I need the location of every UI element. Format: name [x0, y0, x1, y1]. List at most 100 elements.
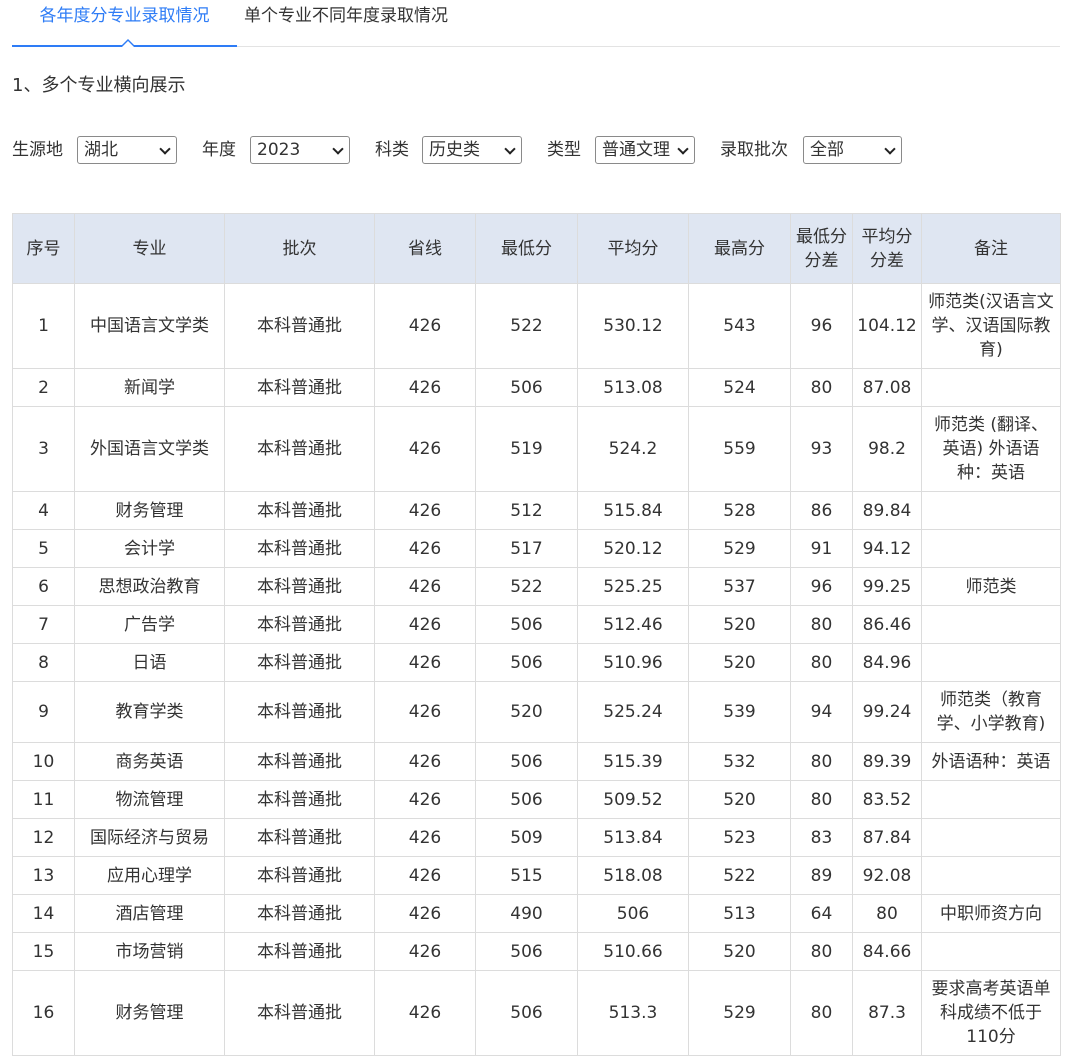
cell-min-diff: 93	[790, 406, 853, 492]
cell-avg-diff: 87.08	[852, 368, 922, 407]
table-row: 16 财务管理 本科普通批 426 506 513.3 529 80 87.3 要求高考英语单科成…	[12, 970, 1061, 1056]
cell-province-line: 426	[374, 491, 476, 530]
cell-avg-diff: 86.46	[852, 605, 922, 644]
table-row: 15 市场营销 本科普通批 426 506 510.66 520 80 84.66	[12, 932, 1061, 971]
cell-min-score: 506	[475, 970, 578, 1056]
tab-single-major-by-year[interactable]: 单个专业不同年度录取情况	[244, 0, 448, 46]
cell-index: 16	[12, 970, 75, 1056]
cell-index: 13	[12, 856, 75, 895]
cell-min-score: 509	[475, 818, 578, 857]
cell-min-score: 517	[475, 529, 578, 568]
table-row: 10 商务英语 本科普通批 426 506 515.39 532 80 89.39 外语语种：英语	[12, 742, 1061, 781]
cell-max-score: 529	[688, 970, 791, 1056]
header-batch: 批次	[224, 213, 375, 284]
subject-select-value: 历史类	[429, 140, 480, 160]
cell-note: 要求高考英语单科成绩不低于110分	[921, 970, 1061, 1056]
cell-batch: 本科普通批	[224, 970, 375, 1056]
type-select[interactable]: 普通文理	[595, 136, 695, 164]
cell-province-line: 426	[374, 970, 476, 1056]
cell-min-diff: 64	[790, 894, 853, 933]
cell-avg-diff: 83.52	[852, 780, 922, 819]
header-note: 备注	[921, 213, 1061, 284]
cell-province-line: 426	[374, 368, 476, 407]
cell-max-score: 528	[688, 491, 791, 530]
cell-note	[921, 368, 1061, 407]
table-row: 7 广告学 本科普通批 426 506 512.46 520 80 86.46	[12, 605, 1061, 644]
table-row: 2 新闻学 本科普通批 426 506 513.08 524 80 87.08	[12, 368, 1061, 407]
batch-select-value: 全部	[810, 140, 844, 160]
cell-index: 1	[12, 283, 75, 369]
header-min-diff-line2: 分差	[804, 250, 839, 271]
cell-min-diff: 89	[790, 856, 853, 895]
cell-batch: 本科普通批	[224, 283, 375, 369]
cell-avg-score: 530.12	[577, 283, 689, 369]
cell-batch: 本科普通批	[224, 643, 375, 682]
table-row: 5 会计学 本科普通批 426 517 520.12 529 91 94.12	[12, 529, 1061, 568]
cell-avg-score: 513.3	[577, 970, 689, 1056]
header-min-score: 最低分	[475, 213, 578, 284]
cell-min-score: 506	[475, 368, 578, 407]
cell-avg-diff: 87.84	[852, 818, 922, 857]
cell-note	[921, 529, 1061, 568]
cell-province-line: 426	[374, 283, 476, 369]
cell-province-line: 426	[374, 681, 476, 743]
cell-major: 酒店管理	[74, 894, 225, 933]
cell-index: 11	[12, 780, 75, 819]
cell-note: 师范类	[921, 567, 1061, 606]
cell-min-score: 490	[475, 894, 578, 933]
table-row: 12 国际经济与贸易 本科普通批 426 509 513.84 523 83 87.84	[12, 818, 1061, 857]
cell-major: 外国语言文学类	[74, 406, 225, 492]
cell-batch: 本科普通批	[224, 742, 375, 781]
cell-avg-diff: 94.12	[852, 529, 922, 568]
cell-avg-score: 525.24	[577, 681, 689, 743]
cell-batch: 本科普通批	[224, 529, 375, 568]
filter-bar: 生源地 湖北 年度 2023 科类 历史类 类型 普通文理 录取批次 全部	[12, 136, 1060, 164]
tab-single-major-by-year-label: 单个专业不同年度录取情况	[244, 6, 448, 26]
cell-province-line: 426	[374, 894, 476, 933]
chevron-down-icon	[677, 143, 689, 155]
cell-min-score: 512	[475, 491, 578, 530]
cell-avg-score: 518.08	[577, 856, 689, 895]
cell-avg-score: 509.52	[577, 780, 689, 819]
cell-min-diff: 80	[790, 643, 853, 682]
table-row: 11 物流管理 本科普通批 426 506 509.52 520 80 83.52	[12, 780, 1061, 819]
cell-major: 财务管理	[74, 970, 225, 1056]
cell-min-score: 519	[475, 406, 578, 492]
cell-batch: 本科普通批	[224, 818, 375, 857]
cell-province-line: 426	[374, 856, 476, 895]
cell-batch: 本科普通批	[224, 780, 375, 819]
cell-avg-diff: 98.2	[852, 406, 922, 492]
cell-min-diff: 80	[790, 932, 853, 971]
cell-avg-score: 510.96	[577, 643, 689, 682]
cell-note	[921, 780, 1061, 819]
cell-min-score: 506	[475, 643, 578, 682]
table-row: 8 日语 本科普通批 426 506 510.96 520 80 84.96	[12, 643, 1061, 682]
cell-batch: 本科普通批	[224, 605, 375, 644]
source-select[interactable]: 湖北	[77, 136, 177, 164]
cell-avg-diff: 80	[852, 894, 922, 933]
year-label: 年度	[202, 140, 236, 160]
table-row: 14 酒店管理 本科普通批 426 490 506 513 64 80 中职师资方向	[12, 894, 1061, 933]
section-title: 1、多个专业横向展示	[12, 75, 186, 96]
batch-select[interactable]: 全部	[803, 136, 902, 164]
tab-yearly-by-major[interactable]: 各年度分专业录取情况	[12, 0, 237, 47]
cell-min-diff: 80	[790, 368, 853, 407]
tab-yearly-by-major-label: 各年度分专业录取情况	[39, 6, 210, 26]
cell-batch: 本科普通批	[224, 681, 375, 743]
cell-min-diff: 80	[790, 780, 853, 819]
cell-avg-diff: 92.08	[852, 856, 922, 895]
cell-min-score: 522	[475, 567, 578, 606]
cell-province-line: 426	[374, 742, 476, 781]
cell-province-line: 426	[374, 567, 476, 606]
cell-max-score: 559	[688, 406, 791, 492]
year-select-value: 2023	[257, 140, 301, 160]
cell-major: 物流管理	[74, 780, 225, 819]
cell-min-diff: 96	[790, 567, 853, 606]
subject-select[interactable]: 历史类	[422, 136, 522, 164]
source-select-value: 湖北	[84, 140, 118, 160]
cell-major: 中国语言文学类	[74, 283, 225, 369]
cell-avg-diff: 99.25	[852, 567, 922, 606]
cell-min-diff: 94	[790, 681, 853, 743]
year-select[interactable]: 2023	[250, 136, 350, 164]
header-max-score: 最高分	[688, 213, 791, 284]
